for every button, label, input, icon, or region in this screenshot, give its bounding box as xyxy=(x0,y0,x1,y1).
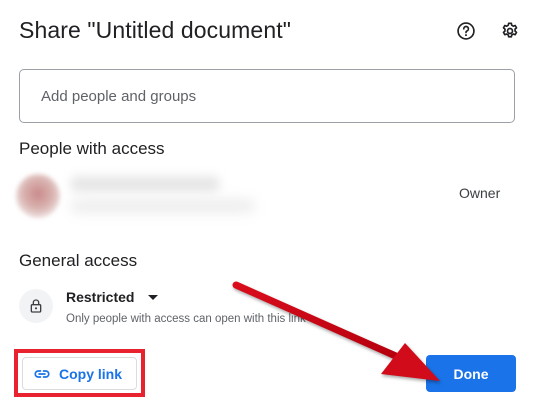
add-people-field[interactable] xyxy=(19,69,515,123)
lock-icon xyxy=(19,289,53,323)
general-access-description: Only people with access can open with th… xyxy=(66,313,306,325)
redacted-name xyxy=(70,176,220,192)
help-icon[interactable] xyxy=(455,20,477,42)
people-with-access-heading: People with access xyxy=(19,139,165,158)
add-people-input[interactable] xyxy=(41,87,514,105)
done-button[interactable]: Done xyxy=(426,355,516,392)
gear-icon[interactable] xyxy=(499,20,521,42)
general-access-selected: Restricted xyxy=(66,289,135,305)
avatar xyxy=(16,174,60,218)
dropdown-caret-icon xyxy=(148,294,159,300)
copy-link-button[interactable]: Copy link xyxy=(22,357,137,390)
copy-link-label: Copy link xyxy=(59,365,123,382)
dialog-title: Share "Untitled document" xyxy=(19,17,291,43)
person-row-owner: Owner xyxy=(10,168,520,224)
role-label: Owner xyxy=(459,185,501,201)
link-icon xyxy=(34,369,50,378)
redacted-email xyxy=(70,199,255,213)
general-access-heading: General access xyxy=(19,251,138,270)
general-access-dropdown[interactable]: Restricted xyxy=(66,289,159,305)
